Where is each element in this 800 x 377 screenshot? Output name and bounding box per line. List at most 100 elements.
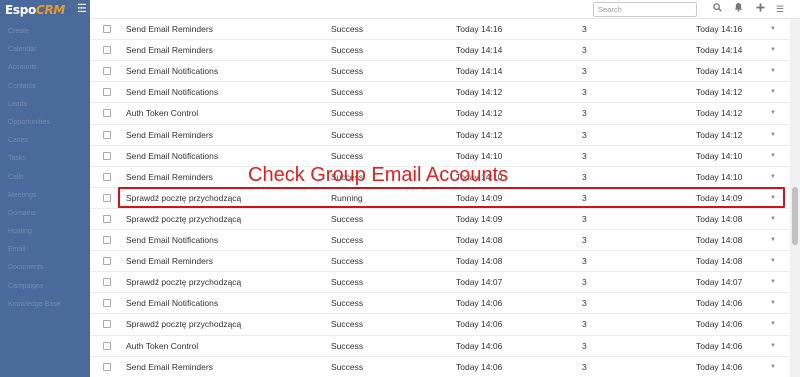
job-status: Success (331, 45, 364, 56)
row-checkbox[interactable] (103, 278, 111, 287)
caret-down-icon[interactable]: ▼ (770, 357, 776, 377)
job-name[interactable]: Send Email Notifications (126, 61, 218, 81)
table-row[interactable]: Send Email Reminders Success Today 14:14 3 T… (90, 39, 790, 60)
table-row[interactable]: Sprawdź pocztę przychodzącą Success Today … (90, 271, 790, 292)
job-name[interactable]: Send Email Notifications (126, 146, 218, 166)
table-row[interactable]: Auth Token Control Success Today 14:06 3 Tod… (90, 334, 790, 356)
table-row[interactable]: Send Email Reminders Success Today 14:08 3 T… (90, 250, 790, 271)
job-executed-at: Today 14:06 (456, 361, 503, 372)
job-name[interactable]: Send Email Notifications (126, 230, 218, 250)
job-name[interactable]: Send Email Reminders (126, 167, 213, 187)
caret-down-icon[interactable]: ▼ (770, 40, 776, 60)
topbar: ☰ (90, 0, 800, 19)
sidebar-item[interactable]: Domains (0, 205, 90, 223)
sidebar-item[interactable]: Opportunities (0, 114, 90, 132)
sidebar-item[interactable]: Calendar (0, 41, 90, 59)
table-row[interactable]: Send Email Notifications Success Today 14:… (90, 292, 790, 313)
job-name[interactable]: Sprawdź pocztę przychodzącą (126, 209, 241, 229)
job-name[interactable]: Sprawdź pocztę przychodzącą (126, 272, 241, 292)
table-row[interactable]: Sprawdź pocztę przychodzącą Success Today … (90, 207, 790, 229)
annotation-label: Check Group Email Accounts (248, 164, 509, 186)
job-status: Success (331, 213, 364, 224)
job-name[interactable]: Send Email Reminders (126, 125, 213, 145)
sidebar-item[interactable]: Cases (0, 132, 90, 150)
caret-down-icon[interactable]: ▼ (770, 230, 776, 250)
sidebar-item[interactable]: Campaigns (0, 278, 90, 296)
table-row[interactable]: Send Email Notifications Success Today 14:… (90, 60, 790, 81)
row-checkbox[interactable] (103, 362, 111, 371)
table-row[interactable]: Send Email Notifications Success Today 14:… (90, 144, 790, 166)
job-name[interactable]: Auth Token Control (126, 103, 198, 123)
row-checkbox[interactable] (103, 25, 111, 33)
hamburger-icon[interactable]: ☰ (77, 4, 87, 15)
row-checkbox[interactable] (103, 299, 111, 308)
caret-down-icon[interactable]: ▼ (770, 167, 776, 187)
job-name[interactable]: Send Email Notifications (126, 82, 218, 102)
sidebar-item[interactable]: Knowledge Base (0, 296, 90, 314)
caret-down-icon[interactable]: ▼ (770, 19, 776, 39)
table-row[interactable]: Sprawdź pocztę przychodzącą Success Today … (90, 313, 790, 334)
sidebar-item[interactable]: Meetings (0, 187, 90, 205)
job-name[interactable]: Send Email Reminders (126, 251, 213, 271)
sidebar-item[interactable]: Create (0, 23, 90, 41)
job-created-at: Today 14:14 (696, 66, 743, 77)
search-input[interactable] (593, 2, 697, 17)
caret-down-icon[interactable]: ▼ (770, 272, 776, 292)
sidebar-item[interactable]: Hosting (0, 223, 90, 241)
caret-down-icon[interactable]: ▼ (770, 61, 776, 81)
table-row[interactable]: Auth Token Control Success Today 14:12 3 Tod… (90, 102, 790, 123)
caret-down-icon[interactable]: ▼ (770, 336, 776, 356)
row-checkbox[interactable] (103, 88, 111, 97)
job-attempts: 3 (582, 298, 587, 309)
caret-down-icon[interactable]: ▼ (770, 314, 776, 334)
table-row[interactable]: Send Email Reminders Success Today 14:06 3 T… (90, 355, 790, 377)
caret-down-icon[interactable]: ▼ (770, 146, 776, 166)
job-name[interactable]: Send Email Notifications (126, 293, 218, 313)
row-checkbox[interactable] (103, 109, 111, 118)
sidebar-item[interactable]: Calls (0, 169, 90, 187)
sidebar-item[interactable]: Accounts (0, 59, 90, 77)
row-checkbox[interactable] (103, 236, 111, 244)
job-name[interactable]: Send Email Reminders (126, 357, 213, 377)
caret-down-icon[interactable]: ▼ (770, 125, 776, 145)
row-checkbox[interactable] (103, 257, 111, 266)
row-checkbox[interactable] (103, 46, 111, 55)
job-created-at: Today 14:08 (696, 235, 743, 245)
job-name[interactable]: Send Email Reminders (126, 40, 213, 60)
caret-down-icon[interactable]: ▼ (770, 293, 776, 313)
search-icon[interactable] (710, 1, 724, 17)
bell-icon[interactable] (731, 1, 745, 17)
sidebar-item[interactable]: Email (0, 241, 90, 259)
sidebar-item[interactable]: Tasks (0, 150, 90, 168)
scrollbar[interactable] (790, 19, 800, 377)
caret-down-icon[interactable]: ▼ (770, 251, 776, 271)
row-checkbox[interactable] (103, 341, 111, 350)
row-checkbox[interactable] (103, 151, 111, 160)
row-checkbox[interactable] (103, 67, 111, 76)
caret-down-icon[interactable]: ▼ (770, 209, 776, 229)
table-row[interactable]: Send Email Notifications Success Today 14:… (90, 81, 790, 102)
job-name[interactable]: Sprawdź pocztę przychodzącą (126, 314, 241, 334)
table-row[interactable]: Send Email Notifications Success Today 14:… (90, 229, 790, 250)
job-attempts: 3 (582, 277, 587, 288)
sidebar-item[interactable]: Leads (0, 96, 90, 114)
row-checkbox[interactable] (103, 130, 111, 139)
menu-icon[interactable]: ☰ (773, 1, 787, 17)
job-name[interactable]: Send Email Reminders (126, 19, 213, 39)
table-row[interactable]: Send Email Reminders Success Today 14:12 3 T… (90, 123, 790, 145)
plus-icon[interactable] (753, 1, 767, 17)
job-name[interactable]: Auth Token Control (126, 336, 198, 356)
scrollbar-thumb[interactable] (792, 187, 798, 245)
job-attempts: 3 (582, 319, 587, 330)
row-checkbox[interactable] (103, 320, 111, 329)
table-row[interactable]: Send Email Reminders Success Today 14:16 3 T… (90, 19, 790, 39)
sidebar-item[interactable]: Documents (0, 259, 90, 277)
caret-down-icon[interactable]: ▼ (770, 82, 776, 102)
row-checkbox[interactable] (103, 214, 111, 223)
caret-down-icon[interactable]: ▼ (770, 103, 776, 123)
sidebar-item[interactable]: Contacts (0, 78, 90, 96)
row-checkbox[interactable] (103, 193, 111, 202)
highlight-box (118, 187, 785, 208)
job-attempts: 3 (582, 256, 587, 267)
row-checkbox[interactable] (103, 172, 111, 181)
